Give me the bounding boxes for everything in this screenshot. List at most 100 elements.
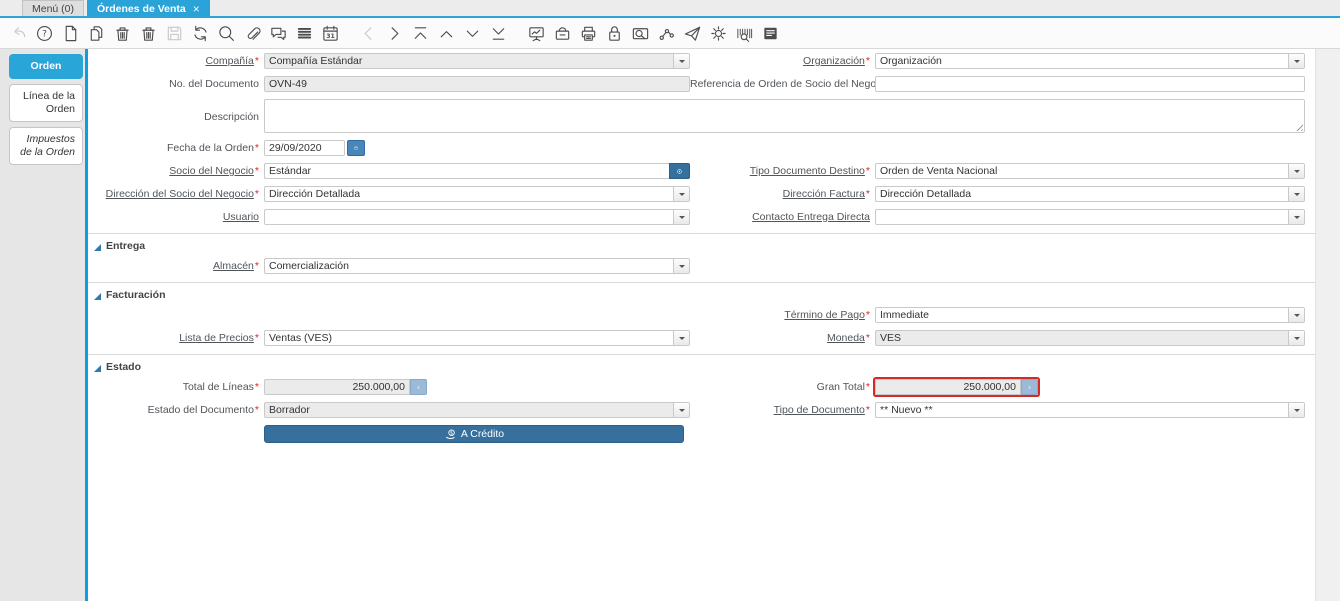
- copy-record-icon[interactable]: [83, 20, 109, 46]
- fecha-de-la-orden-value: 29/09/2020: [269, 142, 322, 154]
- workflow-icon[interactable]: [653, 20, 679, 46]
- direccion-factura-dropdown-icon[interactable]: [1288, 187, 1304, 201]
- compania-combobox[interactable]: Compañía Estándar: [264, 53, 690, 69]
- lista-de-precios-combobox[interactable]: Ventas (VES): [264, 330, 690, 346]
- fecha-de-la-orden-calendar-button[interactable]: [347, 140, 365, 156]
- total-de-lineas-input: 250.000,00: [264, 379, 410, 395]
- contacto-entrega-directa-combobox[interactable]: [875, 209, 1305, 225]
- tipo-de-documento-combobox[interactable]: ** Nuevo **: [875, 402, 1305, 418]
- usuario-value: [265, 210, 673, 224]
- total-de-lineas-label: Total de Líneas*: [182, 381, 259, 393]
- descripcion-resize-handle[interactable]: [1294, 122, 1303, 131]
- tipo-de-documento-label[interactable]: Tipo de Documento*: [690, 402, 875, 418]
- almacen-label[interactable]: Almacén*: [88, 258, 264, 274]
- delete-record-icon[interactable]: [109, 20, 135, 46]
- socio-del-negocio-label[interactable]: Socio del Negocio*: [88, 163, 264, 179]
- lista-de-precios-label[interactable]: Lista de Precios*: [88, 330, 264, 346]
- help-icon[interactable]: ?: [31, 20, 57, 46]
- gran-total-calculator-icon[interactable]: [1021, 379, 1038, 395]
- fecha-de-la-orden-input[interactable]: 29/09/2020: [264, 140, 345, 156]
- organizacion-label[interactable]: Organización*: [690, 53, 875, 69]
- socio-del-negocio-input[interactable]: Estándar: [264, 163, 669, 179]
- attachment-icon[interactable]: [239, 20, 265, 46]
- close-tab-icon[interactable]: ×: [193, 3, 200, 15]
- compania-label[interactable]: Compañía*: [88, 53, 264, 69]
- tab-orden[interactable]: Orden: [9, 54, 83, 79]
- required-indicator: *: [254, 404, 259, 416]
- window-tab-menu-0[interactable]: Menú (0): [22, 0, 85, 16]
- no-del-documento-value: OVN-49: [269, 78, 307, 90]
- request-icon[interactable]: [679, 20, 705, 46]
- new-record-icon[interactable]: [57, 20, 83, 46]
- organizacion-combobox[interactable]: Organización: [875, 53, 1305, 69]
- gran-total-field: 250.000,00: [875, 379, 1038, 395]
- last-record-icon[interactable]: [485, 20, 511, 46]
- calendar-icon[interactable]: 31: [317, 20, 343, 46]
- usuario-combobox[interactable]: [264, 209, 690, 225]
- total-de-lineas-field: 250.000,00: [264, 379, 427, 395]
- lista-de-precios-dropdown-icon[interactable]: [673, 331, 689, 345]
- zoom-across-icon[interactable]: [627, 20, 653, 46]
- delete-selection-icon[interactable]: [135, 20, 161, 46]
- direccion-socio-negocio-label[interactable]: Dirección del Socio del Negocio*: [88, 186, 264, 202]
- collapse-section-icon[interactable]: [94, 244, 101, 251]
- detail-record-icon[interactable]: [459, 20, 485, 46]
- direccion-factura-combobox[interactable]: Dirección Detallada: [875, 186, 1305, 202]
- parent-record-icon[interactable]: [433, 20, 459, 46]
- direccion-socio-negocio-dropdown-icon[interactable]: [673, 187, 689, 201]
- termino-de-pago-dropdown-icon[interactable]: [1288, 308, 1304, 322]
- referencia-orden-socio-input[interactable]: [875, 76, 1305, 92]
- print-icon[interactable]: [575, 20, 601, 46]
- organizacion-dropdown-icon[interactable]: [1288, 54, 1304, 68]
- moneda-combobox[interactable]: VES: [875, 330, 1305, 346]
- tipo-de-documento-dropdown-icon[interactable]: [1288, 403, 1304, 417]
- lista-de-precios-value: Ventas (VES): [269, 332, 333, 344]
- save-icon: [161, 20, 187, 46]
- compania-dropdown-icon[interactable]: [673, 54, 689, 68]
- first-record-icon[interactable]: [407, 20, 433, 46]
- product-info-icon[interactable]: [731, 20, 757, 46]
- tipo-documento-destino-combobox[interactable]: Orden de Venta Nacional: [875, 163, 1305, 179]
- moneda-dropdown-icon[interactable]: [1288, 331, 1304, 345]
- contacto-entrega-directa-label[interactable]: Contacto Entrega Directa: [690, 209, 875, 225]
- almacen-dropdown-icon[interactable]: [673, 259, 689, 273]
- archive-icon[interactable]: [549, 20, 575, 46]
- preferences-icon[interactable]: [705, 20, 731, 46]
- order-form: Compañía* Compañía Estándar Organización* O…: [88, 49, 1315, 601]
- tipo-documento-destino-label[interactable]: Tipo Documento Destino*: [690, 163, 875, 179]
- contacto-entrega-directa-dropdown-icon[interactable]: [1288, 210, 1304, 224]
- tipo-documento-destino-dropdown-icon[interactable]: [1288, 164, 1304, 178]
- refresh-icon[interactable]: [187, 20, 213, 46]
- form-row: Fecha de la Orden* 29/09/2020: [88, 140, 1315, 156]
- tab-linea-de-la-orden[interactable]: Línea de la Orden: [9, 84, 83, 122]
- usuario-label[interactable]: Usuario: [88, 209, 264, 225]
- grid-toggle-icon[interactable]: [291, 20, 317, 46]
- postit-note-icon[interactable]: [757, 20, 783, 46]
- estado-section-header: Estado: [88, 354, 1315, 373]
- tab-impuestos-de-la-orden[interactable]: Impuestos de la Orden: [9, 127, 83, 165]
- termino-de-pago-combobox[interactable]: Immediate: [875, 307, 1305, 323]
- moneda-label[interactable]: Moneda*: [690, 330, 875, 346]
- descripcion-textarea[interactable]: [264, 99, 1305, 133]
- direccion-socio-negocio-combobox[interactable]: Dirección Detallada: [264, 186, 690, 202]
- collapse-section-icon[interactable]: [94, 293, 101, 300]
- estado-del-documento-combobox[interactable]: Borrador: [264, 402, 690, 418]
- direccion-factura-label[interactable]: Dirección Factura*: [690, 186, 875, 202]
- right-panel-strip: [1315, 49, 1340, 601]
- collapse-section-icon[interactable]: [94, 365, 101, 372]
- estado-del-documento-dropdown-icon[interactable]: [673, 403, 689, 417]
- usuario-dropdown-icon[interactable]: [673, 210, 689, 224]
- next-record-icon[interactable]: [381, 20, 407, 46]
- socio-del-negocio-search-button[interactable]: [669, 163, 690, 179]
- a-credito-button[interactable]: $ A Crédito: [264, 425, 684, 443]
- termino-de-pago-label[interactable]: Término de Pago*: [690, 307, 875, 323]
- svg-text:$: $: [450, 430, 453, 436]
- report-icon[interactable]: [523, 20, 549, 46]
- lock-icon[interactable]: [601, 20, 627, 46]
- total-de-lineas-calculator-icon[interactable]: [410, 379, 427, 395]
- window-tab-ordenes-de-venta[interactable]: Órdenes de Venta ×: [87, 0, 210, 16]
- chat-icon[interactable]: [265, 20, 291, 46]
- almacen-combobox[interactable]: Comercialización: [264, 258, 690, 274]
- find-icon[interactable]: [213, 20, 239, 46]
- referencia-orden-socio-value: [876, 77, 1304, 91]
